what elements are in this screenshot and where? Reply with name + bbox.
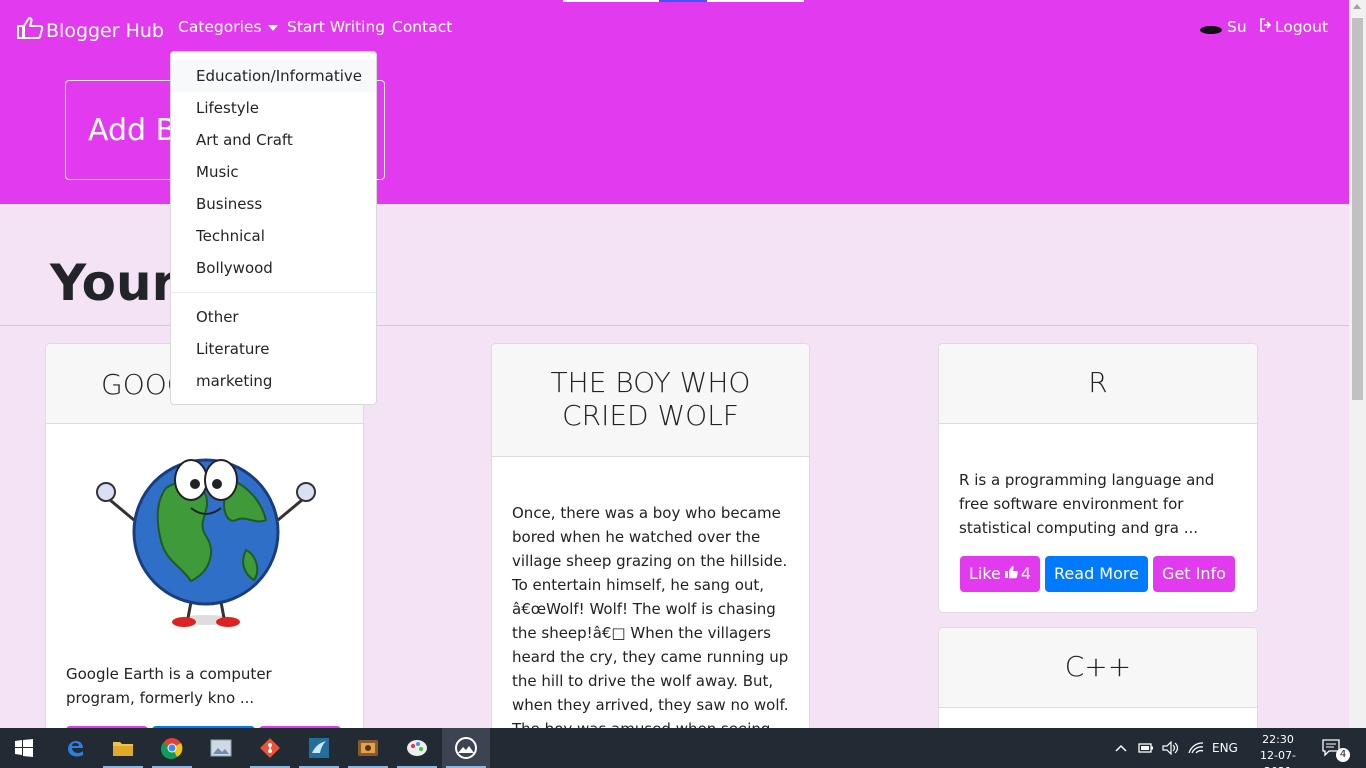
windows-taskbar: ENG 22:30 12-07-2021 4 (0, 728, 1366, 768)
card-excerpt: Once, there was a boy who became bored w… (512, 504, 789, 738)
git-icon[interactable] (246, 728, 294, 768)
game-app-icon[interactable] (344, 728, 392, 768)
file-explorer-icon[interactable] (99, 728, 147, 768)
windows-start-icon[interactable] (0, 728, 48, 768)
contact-link[interactable]: Contact (392, 18, 452, 36)
blog-card-boy-who-cried-wolf: THE BOY WHO CRIED WOLF Once, there was a… (491, 343, 810, 743)
start-writing-link[interactable]: Start Writing (287, 18, 385, 36)
card-title: THE BOY WHO CRIED WOLF (492, 344, 809, 457)
logout-icon (1259, 18, 1273, 36)
notification-count: 4 (1336, 748, 1350, 762)
categories-label: Categories (178, 18, 262, 36)
brand-name: Blogger Hub (46, 19, 164, 42)
caret-down-icon (267, 24, 278, 31)
battery-icon[interactable] (1138, 728, 1154, 768)
like-count: 4 (1020, 564, 1032, 583)
category-item[interactable]: Education/Informative (171, 60, 376, 92)
category-item[interactable]: marketing (171, 365, 376, 397)
card-excerpt: Google Earth is a computer program, form… (66, 665, 272, 707)
like-button[interactable]: Like 4 (960, 556, 1040, 592)
show-hidden-icons-chevron-icon[interactable] (1114, 728, 1128, 768)
category-item[interactable]: Bollywood (171, 252, 376, 284)
page-title: Your (50, 254, 177, 312)
category-item[interactable]: Lifestyle (171, 92, 376, 124)
paint-app-icon[interactable] (393, 728, 441, 768)
categories-dropdown-menu: Education/Informative Lifestyle Art and … (170, 51, 377, 405)
read-more-button[interactable]: Read More (1045, 556, 1148, 592)
get-info-button[interactable]: Get Info (1153, 556, 1235, 592)
notifications-icon[interactable]: 4 (1322, 728, 1350, 768)
category-item[interactable]: Literature (171, 333, 376, 365)
category-item[interactable]: Art and Craft (171, 124, 376, 156)
mysql-workbench-icon[interactable] (295, 728, 343, 768)
category-item[interactable]: Business (171, 188, 376, 220)
user-avatar-icon (1200, 26, 1222, 34)
dropdown-divider (171, 292, 376, 293)
chrome-icon[interactable] (148, 728, 196, 768)
card-title: R (939, 344, 1257, 424)
card-title: C++ (939, 628, 1257, 708)
scroll-thumb[interactable] (1352, 18, 1363, 400)
card-excerpt: R is a programming language and free sof… (959, 471, 1215, 537)
brand-link[interactable]: Blogger Hub (16, 16, 164, 45)
blog-card-r: R R is a programming language and free s… (938, 343, 1258, 613)
edge-browser-icon[interactable] (51, 728, 99, 768)
page-scrollbar[interactable] (1349, 0, 1366, 728)
clock-time: 22:30 (1262, 733, 1294, 746)
language-indicator[interactable]: ENG (1212, 728, 1238, 768)
category-item[interactable]: Music (171, 156, 376, 188)
navbar: Blogger Hub Categories Start Writing Con… (0, 0, 1349, 58)
category-item[interactable]: Other (171, 301, 376, 333)
system-clock[interactable]: 22:30 12-07-2021 (1258, 732, 1298, 768)
earth-cartoon-image (96, 440, 316, 636)
clock-date: 12-07-2021 (1260, 749, 1296, 768)
photos-app-icon[interactable] (197, 728, 245, 768)
volume-icon[interactable] (1162, 728, 1180, 768)
active-app-icon[interactable] (442, 728, 490, 768)
thumbs-up-icon (1004, 556, 1018, 592)
user-name-link[interactable]: Su (1227, 18, 1247, 36)
logout-label: Logout (1275, 18, 1329, 36)
category-item[interactable]: Technical (171, 220, 376, 252)
scroll-up-arrow-icon[interactable] (1353, 4, 1361, 9)
categories-dropdown-toggle[interactable]: Categories (178, 18, 278, 36)
like-label: Like (968, 564, 1001, 583)
thumbs-up-icon (16, 16, 44, 45)
logout-link[interactable]: Logout (1259, 18, 1328, 36)
wifi-icon[interactable] (1188, 728, 1204, 768)
